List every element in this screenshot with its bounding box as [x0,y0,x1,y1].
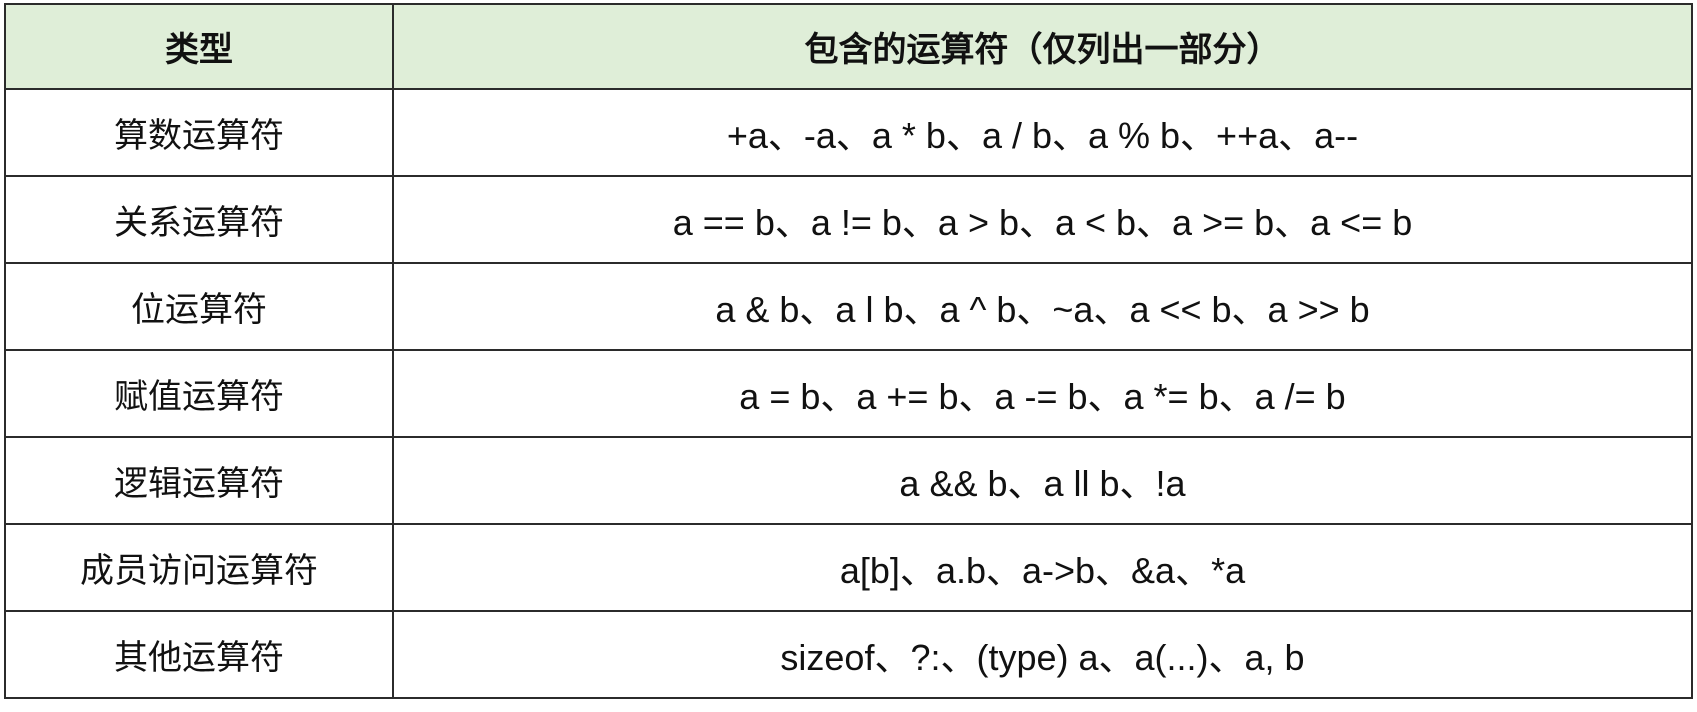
operator-table: 类型 包含的运算符（仅列出一部分） 算数运算符 +a、-a、a * b、a / … [4,3,1693,699]
table-row: 关系运算符 a == b、a != b、a > b、a < b、a >= b、a… [4,175,1693,264]
row-type: 赋值运算符 [4,349,394,438]
table-row: 赋值运算符 a = b、a += b、a -= b、a *= b、a /= b [4,349,1693,438]
table-row: 算数运算符 +a、-a、a * b、a / b、a % b、++a、a-- [4,88,1693,177]
row-type: 其他运算符 [4,610,394,699]
row-operators: a && b、a ll b、!a [392,436,1693,525]
header-operators: 包含的运算符（仅列出一部分） [392,3,1693,90]
table-header-row: 类型 包含的运算符（仅列出一部分） [4,3,1693,90]
table-row: 位运算符 a & b、a l b、a ^ b、~a、a << b、a >> b [4,262,1693,351]
row-operators: a == b、a != b、a > b、a < b、a >= b、a <= b [392,175,1693,264]
table-row: 逻辑运算符 a && b、a ll b、!a [4,436,1693,525]
row-operators: +a、-a、a * b、a / b、a % b、++a、a-- [392,88,1693,177]
operator-table-figure: 类型 包含的运算符（仅列出一部分） 算数运算符 +a、-a、a * b、a / … [0,0,1697,712]
row-operators: a & b、a l b、a ^ b、~a、a << b、a >> b [392,262,1693,351]
table-row: 成员访问运算符 a[b]、a.b、a->b、&a、*a [4,523,1693,612]
row-type: 算数运算符 [4,88,394,177]
header-type: 类型 [4,3,394,90]
row-operators: sizeof、?:、(type) a、a(...)、a, b [392,610,1693,699]
row-operators: a = b、a += b、a -= b、a *= b、a /= b [392,349,1693,438]
row-type: 关系运算符 [4,175,394,264]
row-operators: a[b]、a.b、a->b、&a、*a [392,523,1693,612]
row-type: 成员访问运算符 [4,523,394,612]
row-type: 逻辑运算符 [4,436,394,525]
table-row: 其他运算符 sizeof、?:、(type) a、a(...)、a, b [4,610,1693,699]
row-type: 位运算符 [4,262,394,351]
